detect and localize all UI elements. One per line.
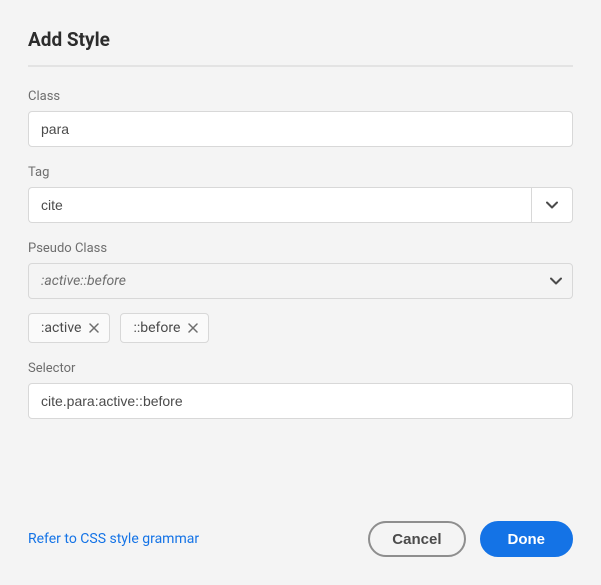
class-label: Class [28,89,573,104]
selector-field-group: Selector [28,361,573,419]
chip-label: :active [41,320,81,336]
dialog-title: Add Style [28,28,573,51]
tag-combo [28,187,573,223]
divider [28,65,573,67]
button-row: Cancel Done [368,521,573,557]
class-field-group: Class [28,89,573,147]
tag-input[interactable] [28,187,531,223]
dialog-footer: Refer to CSS style grammar Cancel Done [28,521,573,557]
close-icon[interactable] [89,323,99,333]
selector-label: Selector [28,361,573,376]
done-button[interactable]: Done [480,521,574,557]
pseudo-class-field-group: Pseudo Class :active::before :active ::b… [28,241,573,343]
tag-label: Tag [28,165,573,180]
close-icon[interactable] [188,323,198,333]
pseudo-class-placeholder: :active::before [41,273,126,289]
pseudo-class-dropdown[interactable]: :active::before [28,263,573,299]
class-input[interactable] [28,111,573,147]
chip-label: ::before [133,320,180,336]
css-grammar-link[interactable]: Refer to CSS style grammar [28,531,199,547]
pseudo-class-label: Pseudo Class [28,241,573,256]
tag-dropdown-button[interactable] [531,187,573,223]
chip-active: :active [28,313,110,343]
cancel-button[interactable]: Cancel [368,521,465,557]
tag-field-group: Tag [28,165,573,223]
chevron-down-icon [550,277,562,285]
chip-before: ::before [120,313,209,343]
pseudo-class-chips: :active ::before [28,313,573,343]
selector-input[interactable] [28,383,573,419]
chevron-down-icon [546,201,558,209]
